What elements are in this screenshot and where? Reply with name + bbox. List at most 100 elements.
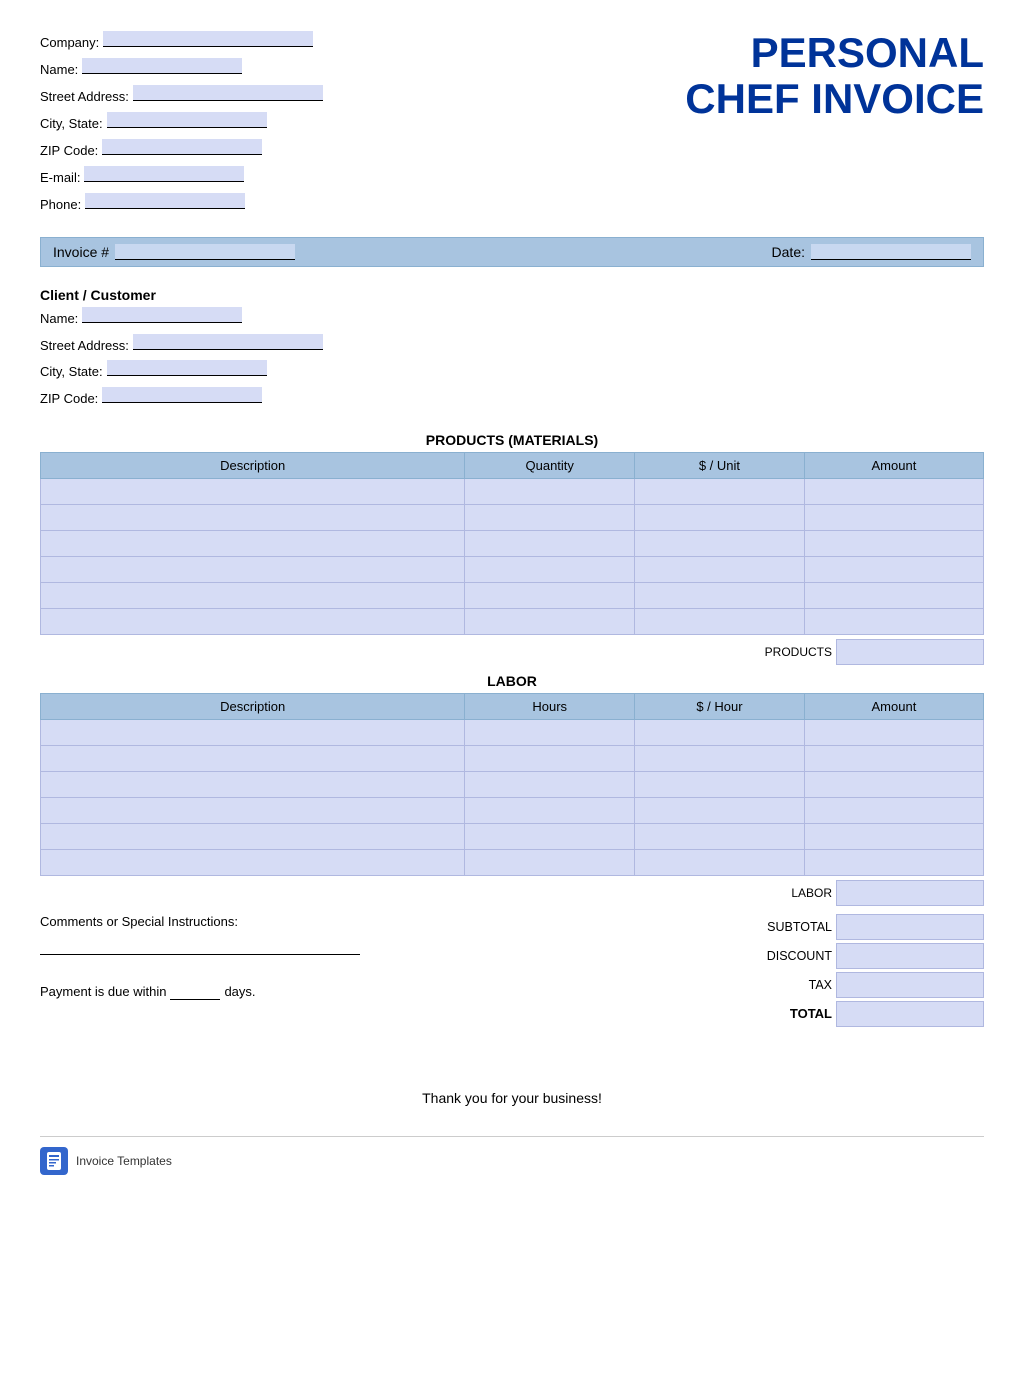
- prod-unit-1[interactable]: [635, 478, 805, 504]
- phone-field[interactable]: [85, 193, 245, 209]
- labor-subtotal-box[interactable]: [836, 880, 984, 906]
- client-city-field[interactable]: [107, 360, 267, 376]
- prod-desc-4[interactable]: [41, 556, 465, 582]
- invoice-number-field[interactable]: [115, 244, 295, 260]
- prod-qty-2[interactable]: [465, 504, 635, 530]
- labor-desc-2[interactable]: [41, 745, 465, 771]
- thank-you-text: Thank you for your business!: [40, 1090, 984, 1106]
- prod-desc-1[interactable]: [41, 478, 465, 504]
- labor-desc-6[interactable]: [41, 849, 465, 875]
- client-zip-row: ZIP Code:: [40, 387, 984, 412]
- labor-subtotal-row: LABOR: [40, 880, 984, 906]
- prod-desc-6[interactable]: [41, 608, 465, 634]
- company-field[interactable]: [103, 31, 313, 47]
- labor-rate-6[interactable]: [635, 849, 805, 875]
- labor-rate-5[interactable]: [635, 823, 805, 849]
- client-section: Client / Customer Name: Street Address: …: [40, 287, 984, 412]
- discount-box[interactable]: [836, 943, 984, 969]
- products-subtotal-row: PRODUCTS: [40, 639, 984, 665]
- products-subtotal-box[interactable]: [836, 639, 984, 665]
- table-row: [41, 504, 984, 530]
- prod-qty-1[interactable]: [465, 478, 635, 504]
- payment-days-field[interactable]: [170, 984, 220, 1000]
- phone-label: Phone:: [40, 192, 81, 218]
- email-field[interactable]: [84, 166, 244, 182]
- labor-hrs-4[interactable]: [465, 797, 635, 823]
- zip-field[interactable]: [102, 139, 262, 155]
- name-field[interactable]: [82, 58, 242, 74]
- labor-rate-2[interactable]: [635, 745, 805, 771]
- client-street-field[interactable]: [133, 334, 323, 350]
- prod-qty-5[interactable]: [465, 582, 635, 608]
- labor-col-hours: Hours: [465, 693, 635, 719]
- labor-desc-5[interactable]: [41, 823, 465, 849]
- prod-amt-1[interactable]: [804, 478, 983, 504]
- prod-qty-4[interactable]: [465, 556, 635, 582]
- prod-unit-5[interactable]: [635, 582, 805, 608]
- labor-title: LABOR: [40, 673, 984, 689]
- prod-qty-6[interactable]: [465, 608, 635, 634]
- labor-desc-1[interactable]: [41, 719, 465, 745]
- prod-unit-6[interactable]: [635, 608, 805, 634]
- totals-table: SUBTOTAL DISCOUNT TAX TOTAL: [704, 914, 984, 1030]
- prod-qty-3[interactable]: [465, 530, 635, 556]
- zip-row: ZIP Code:: [40, 138, 614, 164]
- labor-amt-2[interactable]: [804, 745, 983, 771]
- prod-amt-6[interactable]: [804, 608, 983, 634]
- subtotal-box[interactable]: [836, 914, 984, 940]
- street-field[interactable]: [133, 85, 323, 101]
- labor-col-amount: Amount: [804, 693, 983, 719]
- date-label: Date:: [772, 244, 805, 260]
- labor-desc-4[interactable]: [41, 797, 465, 823]
- prod-desc-3[interactable]: [41, 530, 465, 556]
- prod-unit-2[interactable]: [635, 504, 805, 530]
- footer-icon: [40, 1147, 68, 1175]
- labor-header-row: Description Hours $ / Hour Amount: [41, 693, 984, 719]
- prod-desc-5[interactable]: [41, 582, 465, 608]
- client-section-title: Client / Customer: [40, 287, 984, 303]
- prod-desc-2[interactable]: [41, 504, 465, 530]
- company-row: Company:: [40, 30, 614, 56]
- client-name-field[interactable]: [82, 307, 242, 323]
- labor-hrs-6[interactable]: [465, 849, 635, 875]
- labor-amt-3[interactable]: [804, 771, 983, 797]
- labor-hrs-1[interactable]: [465, 719, 635, 745]
- labor-hrs-3[interactable]: [465, 771, 635, 797]
- labor-section: LABOR Description Hours $ / Hour Amount: [40, 673, 984, 906]
- payment-line: Payment is due within days.: [40, 984, 684, 1000]
- labor-hrs-2[interactable]: [465, 745, 635, 771]
- labor-col-rate: $ / Hour: [635, 693, 805, 719]
- tax-box[interactable]: [836, 972, 984, 998]
- date-field[interactable]: [811, 244, 971, 260]
- prod-amt-4[interactable]: [804, 556, 983, 582]
- labor-amt-6[interactable]: [804, 849, 983, 875]
- invoice-title: PERSONAL CHEF INVOICE: [614, 30, 984, 122]
- labor-amt-4[interactable]: [804, 797, 983, 823]
- comments-field[interactable]: [40, 935, 360, 955]
- labor-rate-1[interactable]: [635, 719, 805, 745]
- prod-unit-4[interactable]: [635, 556, 805, 582]
- total-box[interactable]: [836, 1001, 984, 1027]
- client-name-label: Name:: [40, 307, 78, 332]
- tax-label: TAX: [732, 978, 832, 992]
- city-field[interactable]: [107, 112, 267, 128]
- table-row: [41, 478, 984, 504]
- prod-unit-3[interactable]: [635, 530, 805, 556]
- labor-hrs-5[interactable]: [465, 823, 635, 849]
- client-zip-field[interactable]: [102, 387, 262, 403]
- header: Company: Name: Street Address: City, Sta…: [40, 30, 984, 219]
- prod-amt-3[interactable]: [804, 530, 983, 556]
- prod-amt-5[interactable]: [804, 582, 983, 608]
- products-col-unit: $ / Unit: [635, 452, 805, 478]
- labor-amt-5[interactable]: [804, 823, 983, 849]
- email-row: E-mail:: [40, 165, 614, 191]
- prod-amt-2[interactable]: [804, 504, 983, 530]
- discount-row: DISCOUNT: [704, 943, 984, 969]
- labor-desc-3[interactable]: [41, 771, 465, 797]
- labor-amt-1[interactable]: [804, 719, 983, 745]
- labor-rate-4[interactable]: [635, 797, 805, 823]
- city-label: City, State:: [40, 111, 103, 137]
- zip-label: ZIP Code:: [40, 138, 98, 164]
- labor-rate-3[interactable]: [635, 771, 805, 797]
- table-row: [41, 849, 984, 875]
